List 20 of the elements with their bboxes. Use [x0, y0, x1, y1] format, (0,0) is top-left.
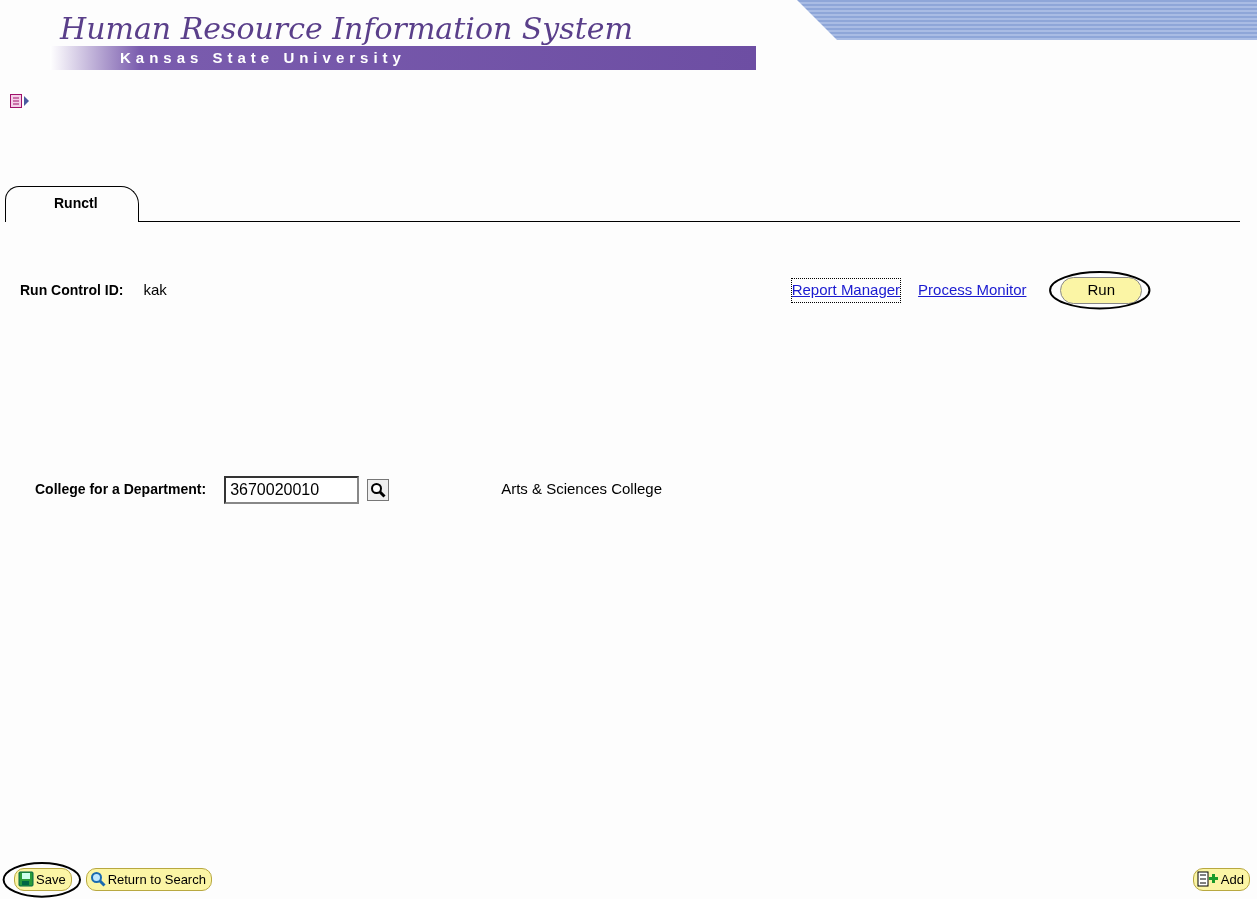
logo-subtitle: Kansas State University [50, 45, 756, 70]
search-icon [89, 871, 106, 888]
logo-title: Human Resource Information System [58, 14, 633, 44]
field-value: kak [143, 280, 167, 300]
lookup-button[interactable] [367, 478, 390, 501]
search-button[interactable]: Return to Search [85, 867, 212, 891]
search-icon [370, 481, 387, 498]
save-button[interactable]: Save [14, 867, 72, 891]
link[interactable]: Report Manager [791, 279, 901, 302]
menu-icon[interactable] [10, 94, 30, 108]
field-label: Run Control ID: [20, 280, 124, 300]
run-button[interactable]: Run [1060, 277, 1142, 304]
field-label: College for a Department: [35, 480, 207, 499]
add-icon [1196, 871, 1219, 888]
add-button[interactable]: Add [1192, 867, 1250, 891]
tab[interactable]: Runctl [5, 186, 139, 222]
text-field[interactable]: 3670020010 [224, 475, 360, 504]
link[interactable]: Process Monitor [918, 279, 1027, 302]
field-description: Arts & Sciences College [501, 479, 663, 500]
save-icon [18, 871, 34, 888]
